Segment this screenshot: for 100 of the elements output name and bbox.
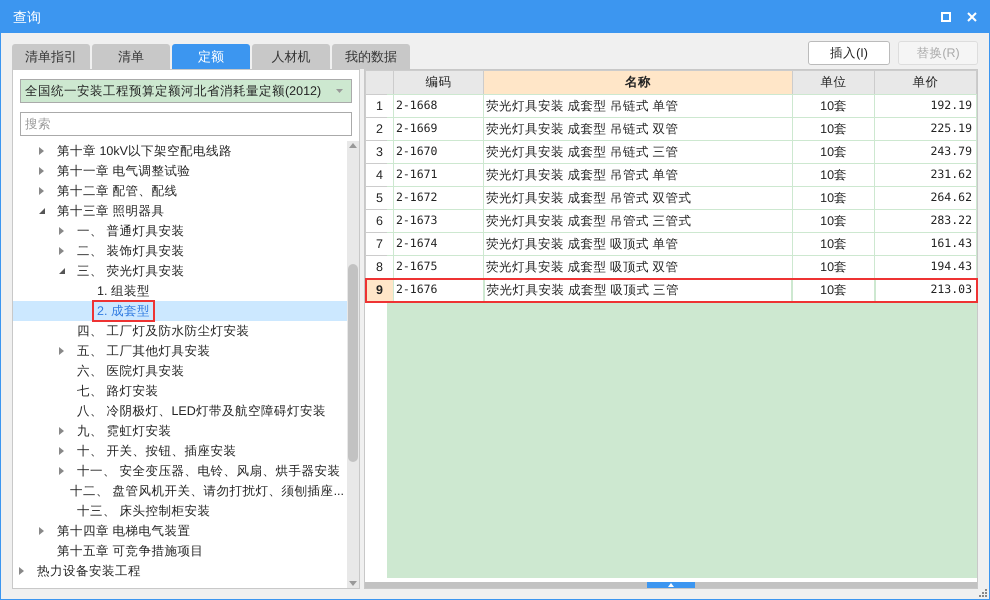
horizontal-scrollbar[interactable] — [365, 582, 977, 588]
tree-row[interactable]: 第十三章 照明器具 — [13, 201, 347, 221]
tree-row[interactable]: 一、 普通灯具安装 — [13, 221, 347, 241]
tree-label: 第十一章 电气调整试验 — [56, 162, 192, 180]
table-cell: 243.79 — [874, 140, 976, 164]
collapsed-arrow-icon[interactable] — [59, 227, 65, 235]
tree-row[interactable]: 第十四章 电梯电气装置 — [13, 521, 347, 541]
expanded-arrow-icon[interactable] — [59, 267, 65, 275]
table-cell: 192.19 — [874, 94, 976, 118]
table-cell: 荧光灯具安装 成套型 吊链式 单管 — [484, 94, 792, 118]
table-cell: 2-1676 — [393, 278, 484, 302]
tree-row[interactable]: 第十一章 电气调整试验 — [13, 161, 347, 181]
collapsed-arrow-icon[interactable] — [59, 447, 65, 455]
table-cell: 213.03 — [874, 278, 976, 302]
tree-row[interactable]: 第十二章 配管、配线 — [13, 181, 347, 201]
tree-row[interactable]: 八、 冷阴极灯、LED灯带及航空障碍灯安装 — [13, 401, 347, 421]
table-cell: 283.22 — [874, 210, 976, 232]
column-header[interactable]: 名称 — [484, 70, 792, 94]
collapsed-arrow-icon[interactable] — [59, 247, 65, 255]
table-cell: 荧光灯具安装 成套型 吊管式 双管式 — [484, 186, 792, 210]
tree-row[interactable]: 四、 工厂灯及防水防尘灯安装 — [13, 321, 347, 341]
tree-row[interactable]: 十一、 安全变压器、电铃、风扇、烘手器安装 — [13, 461, 347, 481]
collapsed-arrow-icon[interactable] — [59, 467, 65, 475]
table-row[interactable]: 9 2-1676 荧光灯具安装 成套型 吸顶式 三管 10套 213.03 — [366, 278, 976, 302]
tree-label: 六、 医院灯具安装 — [76, 362, 186, 380]
column-header[interactable]: 单位 — [792, 70, 875, 94]
table-cell: 2-1671 — [393, 164, 484, 186]
tree-row[interactable]: 第十五章 可竞争措施项目 — [13, 541, 347, 561]
collapsed-arrow-icon[interactable] — [39, 527, 45, 535]
tree-row[interactable]: 九、 霓虹灯安装 — [13, 421, 347, 441]
row-number: 6 — [366, 210, 394, 232]
tab[interactable]: 清单指引 — [12, 44, 90, 69]
tree-row[interactable]: 五、 工厂其他灯具安装 — [13, 341, 347, 361]
table-cell: 荧光灯具安装 成套型 吊管式 单管 — [484, 164, 792, 186]
tree-row[interactable]: 七、 路灯安装 — [13, 381, 347, 401]
table-cell: 10套 — [792, 210, 875, 232]
splitter-handle[interactable] — [647, 582, 695, 588]
tree-label: 2. 成套型 — [94, 302, 153, 320]
table-cell: 2-1673 — [393, 210, 484, 232]
close-icon[interactable] — [967, 12, 977, 22]
table-cell: 264.62 — [874, 186, 976, 210]
tree-row[interactable]: 二、 装饰灯具安装 — [13, 241, 347, 261]
table-cell: 194.43 — [874, 256, 976, 278]
tree-label: 七、 路灯安装 — [76, 382, 160, 400]
expanded-arrow-icon[interactable] — [39, 207, 45, 215]
column-header[interactable]: 单价 — [874, 70, 976, 94]
table-cell: 2-1669 — [393, 118, 484, 140]
scrollbar[interactable] — [347, 141, 359, 588]
tab[interactable]: 人材机 — [252, 44, 330, 69]
table-cell: 10套 — [792, 278, 875, 302]
table-cell: 10套 — [792, 232, 875, 256]
tab[interactable]: 清单 — [92, 44, 170, 69]
tree-row[interactable]: 十、 开关、按钮、插座安装 — [13, 441, 347, 461]
scroll-down-icon[interactable] — [349, 581, 357, 586]
collapsed-arrow-icon[interactable] — [59, 427, 65, 435]
resize-grip-icon[interactable] — [979, 589, 987, 597]
tree-row[interactable]: 六、 医院灯具安装 — [13, 361, 347, 381]
table-cell: 10套 — [792, 186, 875, 210]
column-header[interactable]: 编码 — [393, 70, 484, 94]
library-dropdown[interactable]: 全国统一安装工程预算定额河北省消耗量定额(2012) — [20, 79, 352, 103]
table-cell: 荧光灯具安装 成套型 吊链式 双管 — [484, 118, 792, 140]
tree-row[interactable]: 热力设备安装工程 — [13, 561, 347, 581]
table-cell: 231.62 — [874, 164, 976, 186]
table-cell: 荧光灯具安装 成套型 吸顶式 三管 — [484, 278, 792, 302]
tree-label: 五、 工厂其他灯具安装 — [76, 342, 212, 360]
tree-row[interactable]: 十二、 盘管风机开关、请勿打扰灯、须刨插座... — [13, 481, 347, 501]
tree-row[interactable]: 1. 组装型 — [13, 281, 347, 301]
table-cell: 161.43 — [874, 232, 976, 256]
tree-label: 十三、 床头控制柜安装 — [76, 502, 212, 520]
collapsed-arrow-icon[interactable] — [19, 567, 25, 575]
window-title: 查询 — [13, 8, 41, 26]
search-field[interactable]: 搜索 — [20, 112, 352, 136]
table-cell: 2-1674 — [393, 232, 484, 256]
tree-row[interactable]: 三、 荧光灯具安装 — [13, 261, 347, 281]
maximize-icon[interactable] — [941, 12, 951, 22]
collapsed-arrow-icon[interactable] — [59, 347, 65, 355]
collapsed-arrow-icon[interactable] — [39, 187, 45, 195]
scroll-thumb[interactable] — [348, 264, 358, 462]
tree-label: 1. 组装型 — [96, 282, 151, 300]
table-cell: 荧光灯具安装 成套型 吸顶式 单管 — [484, 232, 792, 256]
table-cell: 10套 — [792, 164, 875, 186]
tree-row[interactable]: 十三、 床头控制柜安装 — [13, 501, 347, 521]
tree-label: 一、 普通灯具安装 — [76, 222, 186, 240]
scroll-up-icon[interactable] — [349, 143, 357, 148]
collapsed-arrow-icon[interactable] — [39, 147, 45, 155]
tree-label: 第十章 10kV以下架空配电线路 — [56, 142, 233, 160]
table-cell: 荧光灯具安装 成套型 吸顶式 双管 — [484, 256, 792, 278]
row-number: 4 — [366, 164, 394, 186]
tree-label: 九、 霓虹灯安装 — [76, 422, 172, 440]
tree-label: 十、 开关、按钮、插座安装 — [76, 442, 238, 460]
tab[interactable]: 我的数据 — [332, 44, 410, 69]
tree-label: 八、 冷阴极灯、LED灯带及航空障碍灯安装 — [76, 402, 327, 420]
toolbar-button[interactable]: 插入(I) — [808, 41, 890, 65]
tree-label: 十一、 安全变压器、电铃、风扇、烘手器安装 — [76, 462, 342, 480]
tree-label: 热力设备安装工程 — [36, 562, 142, 580]
collapsed-arrow-icon[interactable] — [39, 167, 45, 175]
row-number: 3 — [366, 140, 394, 164]
table-cell: 荧光灯具安装 成套型 吊链式 三管 — [484, 140, 792, 164]
tree-row[interactable]: 第十章 10kV以下架空配电线路 — [13, 141, 347, 161]
table-row[interactable]: 8 2-1675 荧光灯具安装 成套型 吸顶式 双管 10套 194.43 — [366, 256, 976, 278]
